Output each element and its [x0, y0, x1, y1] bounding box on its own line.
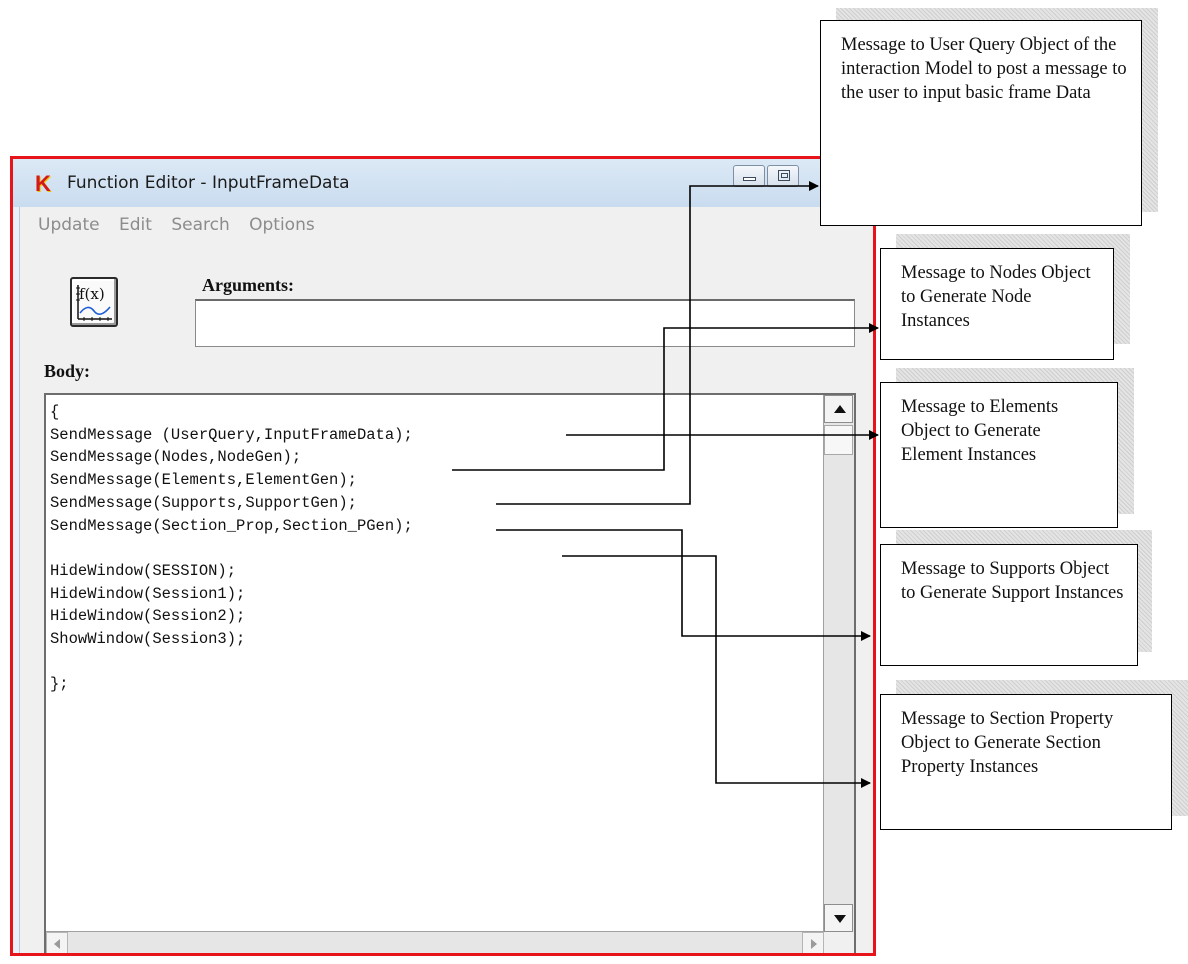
- arrow-elements: [496, 181, 819, 505]
- arrow-section-prop: [562, 555, 871, 788]
- arrow-supports: [496, 529, 871, 641]
- arrow-nodes: [452, 323, 879, 471]
- connector-arrows: [452, 181, 879, 788]
